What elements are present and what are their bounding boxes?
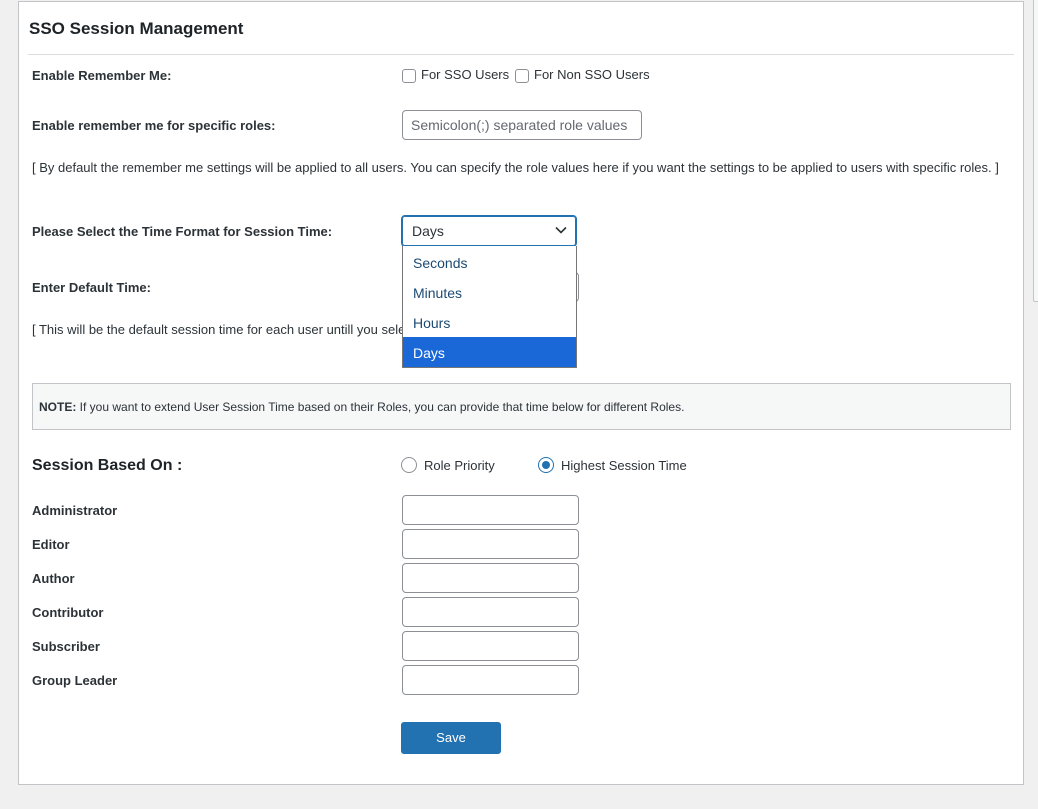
time-format-option-hours[interactable]: Hours	[403, 307, 576, 337]
highest-session-time-radio[interactable]	[538, 457, 554, 473]
sso-users-label[interactable]: For SSO Users	[421, 67, 509, 82]
role-priority-label[interactable]: Role Priority	[424, 458, 495, 473]
default-time-label: Enter Default Time:	[32, 280, 151, 295]
specific-roles-label: Enable remember me for specific roles:	[32, 118, 276, 133]
chevron-down-icon	[555, 226, 567, 234]
role-label-editor: Editor	[32, 537, 70, 552]
sso-users-checkbox[interactable]	[402, 69, 416, 83]
remember-me-label: Enable Remember Me:	[32, 68, 172, 83]
role-time-input-administrator[interactable]	[402, 495, 579, 525]
time-format-option-seconds[interactable]: Seconds	[403, 247, 576, 277]
role-time-input-author[interactable]	[402, 563, 579, 593]
non-sso-users-checkbox[interactable]	[515, 69, 529, 83]
role-label-administrator: Administrator	[32, 503, 118, 518]
role-priority-radio[interactable]	[401, 457, 417, 473]
note-text: NOTE: If you want to extend User Session…	[39, 400, 684, 414]
title-divider	[28, 54, 1014, 55]
page-title: SSO Session Management	[29, 19, 244, 38]
time-format-dropdown: Seconds Minutes Hours Days	[402, 246, 577, 368]
save-button[interactable]: Save	[401, 722, 501, 754]
time-format-label: Please Select the Time Format for Sessio…	[32, 224, 333, 239]
time-format-option-minutes[interactable]: Minutes	[403, 277, 576, 307]
role-time-input-editor[interactable]	[402, 529, 579, 559]
specific-roles-input[interactable]	[402, 110, 642, 140]
highest-session-time-label[interactable]: Highest Session Time	[561, 458, 687, 473]
role-time-input-contributor[interactable]	[402, 597, 579, 627]
adjacent-panel-edge	[1033, 0, 1038, 302]
role-label-subscriber: Subscriber	[32, 639, 100, 654]
time-format-select[interactable]: Days	[401, 215, 577, 247]
role-label-contributor: Contributor	[32, 605, 104, 620]
role-label-group-leader: Group Leader	[32, 673, 118, 688]
default-time-help: [ This will be the default session time …	[32, 322, 406, 337]
note-box: NOTE: If you want to extend User Session…	[32, 383, 1011, 430]
time-format-option-days[interactable]: Days	[403, 337, 576, 367]
specific-roles-help: [ By default the remember me settings wi…	[32, 160, 999, 175]
role-time-input-subscriber[interactable]	[402, 631, 579, 661]
time-format-selected-value: Days	[412, 223, 444, 239]
role-time-input-group-leader[interactable]	[402, 665, 579, 695]
non-sso-users-label[interactable]: For Non SSO Users	[534, 67, 650, 82]
note-prefix: NOTE:	[39, 400, 77, 414]
session-based-on-label: Session Based On :	[32, 457, 183, 474]
role-label-author: Author	[32, 571, 75, 586]
note-body: If you want to extend User Session Time …	[76, 400, 685, 414]
